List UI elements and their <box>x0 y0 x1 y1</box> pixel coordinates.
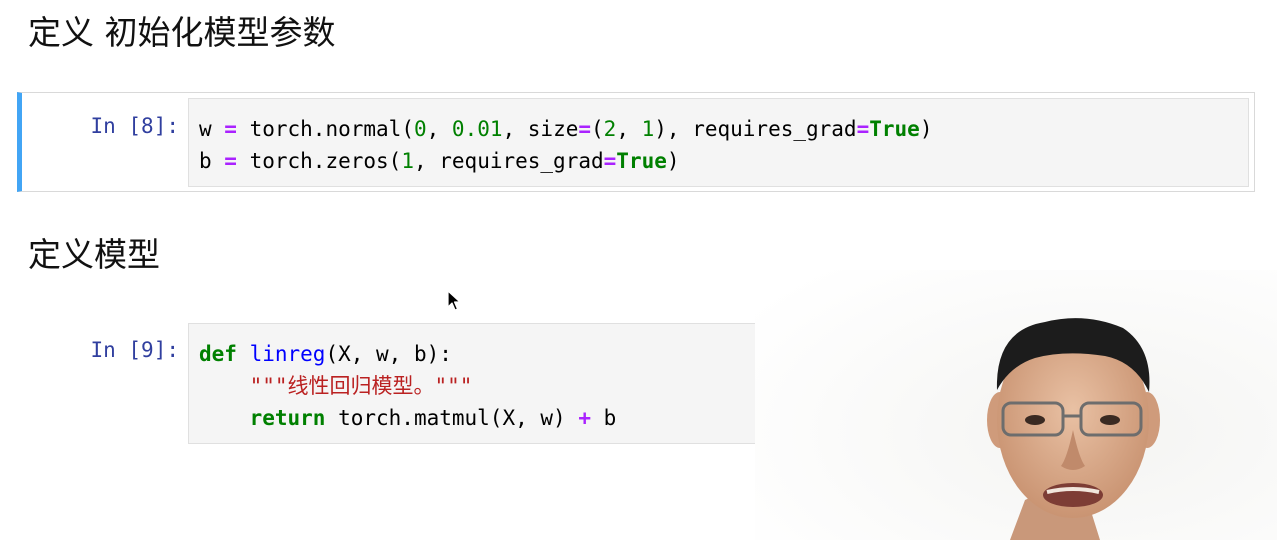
code-cell-8[interactable]: w = torch.normal(0, 0.01, size=(2, 1), r… <box>188 98 1249 187</box>
webcam-overlay <box>755 270 1277 540</box>
section-heading-init-params: 定义 初始化模型参数 <box>28 13 336 52</box>
section-heading-model: 定义模型 <box>28 235 160 274</box>
code-line: b = torch.zeros(1, requires_grad=True) <box>199 149 680 173</box>
cell-prompt-9: In [9]: <box>90 338 179 362</box>
cell-prompt-8: In [8]: <box>90 114 179 138</box>
code-line: w = torch.normal(0, 0.01, size=(2, 1), r… <box>199 117 933 141</box>
presenter-video <box>755 270 1277 540</box>
mouse-pointer-icon <box>447 290 461 311</box>
